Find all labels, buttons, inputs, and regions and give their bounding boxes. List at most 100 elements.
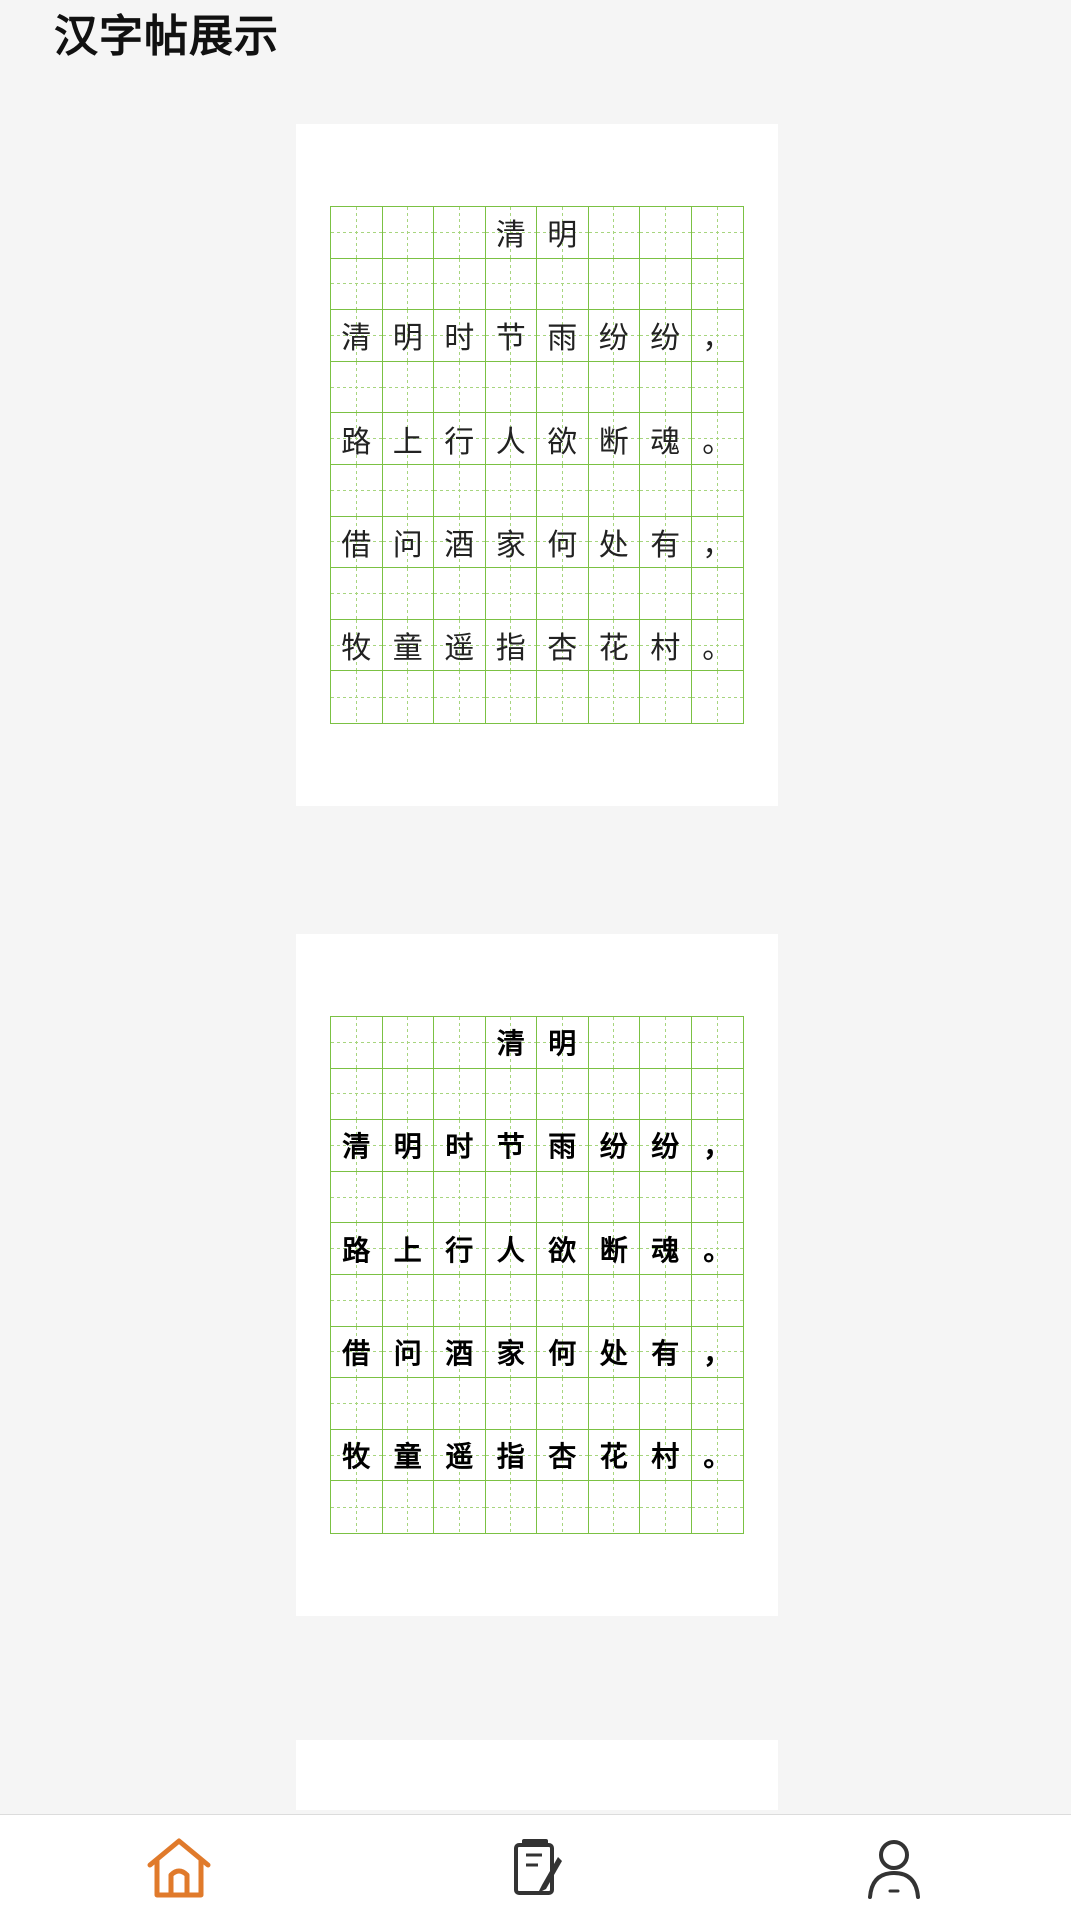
character-cell: 路 [331, 1223, 383, 1275]
empty-cell [331, 464, 383, 517]
character-cell: 借 [331, 1326, 383, 1379]
empty-cell [588, 258, 640, 311]
character-cell: 时 [434, 1120, 486, 1172]
character-cell: 牧 [331, 619, 383, 672]
character-cell: 上 [382, 413, 434, 465]
nav-copybook[interactable] [498, 1833, 578, 1903]
character-cell: 杏 [537, 619, 589, 672]
character-cell: 村 [640, 1429, 692, 1482]
empty-cell [691, 1481, 743, 1533]
character-cell: 。 [691, 1223, 743, 1275]
page-title: 汉字帖展示 [54, 11, 279, 62]
character-cell: 处 [588, 516, 640, 569]
empty-cell [434, 1017, 486, 1069]
character-cell: 魂 [640, 413, 692, 465]
empty-cell [537, 1171, 589, 1224]
empty-cell [640, 258, 692, 311]
character-cell: ， [691, 310, 743, 362]
empty-cell [331, 1068, 383, 1121]
character-cell: ， [691, 1326, 743, 1379]
empty-cell [382, 1274, 434, 1327]
empty-cell [691, 1017, 743, 1069]
character-cell: 童 [382, 1429, 434, 1482]
empty-cell [640, 464, 692, 517]
character-cell: 家 [485, 516, 537, 569]
character-cell: ， [691, 1120, 743, 1172]
empty-cell [485, 1378, 537, 1430]
character-cell: 村 [640, 619, 692, 672]
empty-cell [691, 1171, 743, 1224]
empty-cell [382, 258, 434, 311]
empty-cell [382, 1378, 434, 1430]
character-cell: 清 [331, 310, 383, 362]
nav-home[interactable] [139, 1833, 219, 1903]
empty-cell [691, 207, 743, 259]
copybook-card-regular[interactable]: 清明清明时节雨纷纷，路上行人欲断魂。借问酒家何处有，牧童遥指杏花村。 [296, 124, 778, 806]
empty-cell [434, 258, 486, 311]
empty-cell [588, 1274, 640, 1327]
empty-cell [640, 1068, 692, 1121]
character-cell: 花 [588, 1429, 640, 1482]
empty-cell [588, 361, 640, 414]
empty-cell [382, 1171, 434, 1224]
character-cell: 行 [434, 413, 486, 465]
empty-cell [640, 1171, 692, 1224]
empty-cell [434, 1171, 486, 1224]
character-cell: 花 [588, 619, 640, 672]
character-cell: 指 [485, 619, 537, 672]
empty-cell [537, 361, 589, 414]
empty-cell [485, 568, 537, 620]
empty-cell [485, 361, 537, 414]
copybook-card-calligraphy[interactable]: 清明清明时节雨纷纷，路上行人欲断魂。借问酒家何处有，牧童遥指杏花村。 [296, 934, 778, 1616]
empty-cell [691, 568, 743, 620]
empty-cell [331, 1171, 383, 1224]
character-cell: 何 [537, 1326, 589, 1379]
empty-cell [434, 1068, 486, 1121]
nav-profile[interactable] [854, 1833, 934, 1903]
empty-cell [537, 1274, 589, 1327]
empty-cell [434, 361, 486, 414]
empty-cell [588, 671, 640, 723]
empty-cell [640, 1481, 692, 1533]
empty-cell [331, 1378, 383, 1430]
character-cell: 雨 [537, 1120, 589, 1172]
empty-cell [537, 1068, 589, 1121]
character-cell: 欲 [537, 413, 589, 465]
copybook-card-partial[interactable] [296, 1740, 778, 1810]
character-cell: 上 [382, 1223, 434, 1275]
empty-cell [382, 671, 434, 723]
character-cell: 何 [537, 516, 589, 569]
empty-cell [331, 568, 383, 620]
character-cell: 时 [434, 310, 486, 362]
empty-cell [382, 1017, 434, 1069]
empty-cell [691, 671, 743, 723]
empty-cell [588, 1378, 640, 1430]
empty-cell [485, 1274, 537, 1327]
empty-cell [588, 1017, 640, 1069]
empty-cell [640, 568, 692, 620]
character-cell: 家 [485, 1326, 537, 1379]
empty-cell [691, 1274, 743, 1327]
character-cell: 清 [331, 1120, 383, 1172]
empty-cell [331, 258, 383, 311]
copybook-icon [514, 1839, 562, 1895]
character-cell: 酒 [434, 516, 486, 569]
character-cell: 酒 [434, 1326, 486, 1379]
character-cell: 明 [537, 207, 589, 259]
empty-cell [537, 258, 589, 311]
character-cell: 明 [382, 310, 434, 362]
empty-cell [485, 1171, 537, 1224]
empty-cell [537, 568, 589, 620]
character-cell: 有 [640, 1326, 692, 1379]
character-cell: 牧 [331, 1429, 383, 1482]
character-cell: 明 [382, 1120, 434, 1172]
empty-cell [691, 464, 743, 517]
empty-cell [331, 1017, 383, 1069]
empty-cell [485, 1481, 537, 1533]
character-cell: 遥 [434, 619, 486, 672]
tianzige-grid: 清明清明时节雨纷纷，路上行人欲断魂。借问酒家何处有，牧童遥指杏花村。 [330, 206, 744, 724]
character-cell: 断 [588, 413, 640, 465]
character-cell: 魂 [640, 1223, 692, 1275]
empty-cell [485, 1068, 537, 1121]
character-cell: 纷 [588, 310, 640, 362]
